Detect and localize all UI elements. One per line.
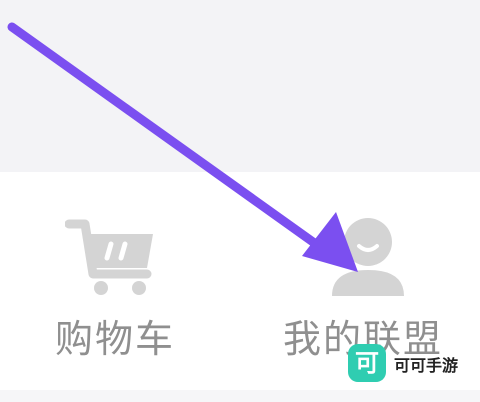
- watermark-text: 可可手游: [394, 356, 459, 375]
- screenshot-page: 购物车 我的联盟 可 可可手游: [0, 0, 480, 402]
- bottom-divider: [0, 390, 480, 402]
- content-area: [0, 0, 480, 172]
- watermark: 可 可可手游: [348, 340, 480, 388]
- shopping-cart-icon: [65, 219, 153, 295]
- tab-label-shopping-cart: 购物车: [54, 317, 175, 361]
- tab-shopping-cart[interactable]: 购物车: [15, 212, 215, 362]
- watermark-logo: 可: [348, 344, 386, 382]
- user-profile-icon: [332, 218, 404, 296]
